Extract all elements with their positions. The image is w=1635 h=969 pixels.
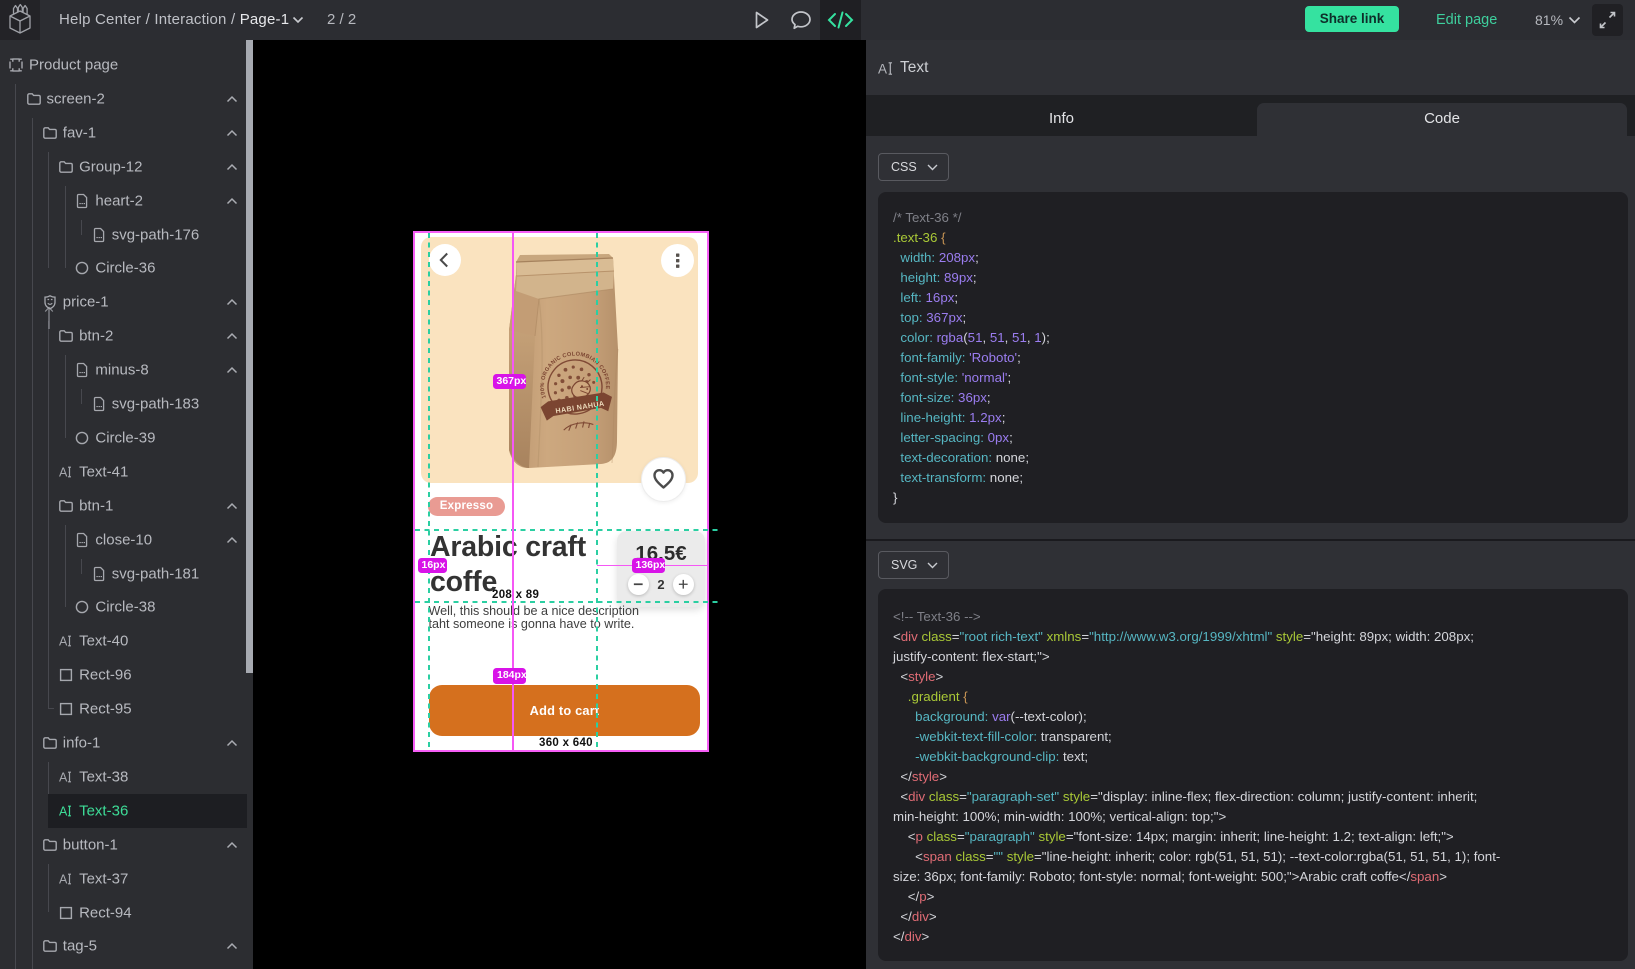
svg-text:A: A [59, 465, 68, 479]
svg-text:A: A [878, 62, 887, 77]
svg-text:A: A [59, 770, 68, 784]
svg-text:A: A [59, 872, 68, 886]
svg-text:A: A [59, 804, 68, 818]
svg-text:A: A [59, 635, 68, 649]
